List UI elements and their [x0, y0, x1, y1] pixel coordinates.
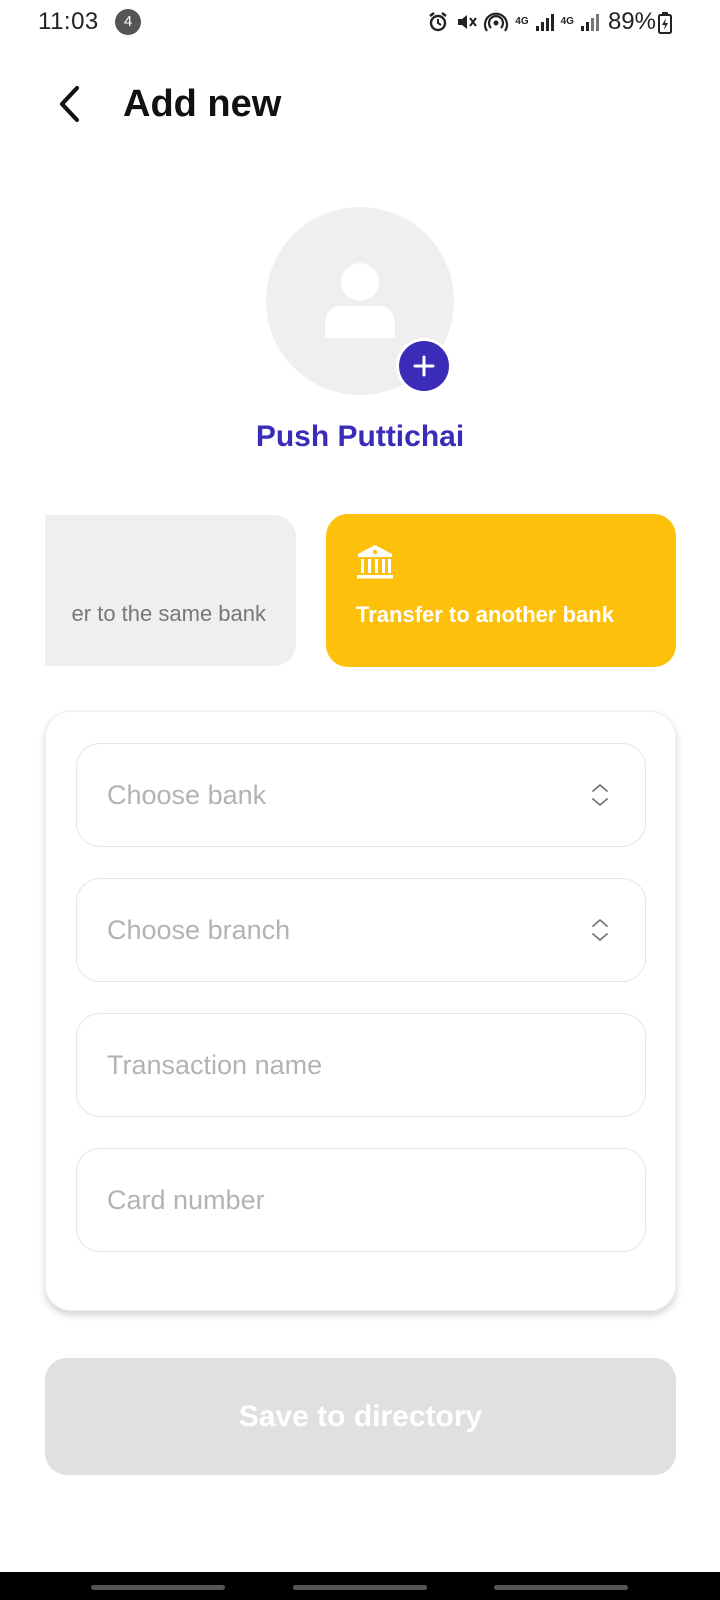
- hotspot-icon: [484, 12, 509, 32]
- bank-select-input[interactable]: [77, 744, 645, 846]
- alarm-icon: [429, 12, 447, 32]
- branch-select[interactable]: [76, 878, 646, 982]
- save-to-directory-button[interactable]: Save to directory: [45, 1358, 676, 1475]
- transfer-another-bank-label: Transfer to another bank: [356, 602, 614, 627]
- network-type-1: 4G: [515, 16, 529, 27]
- notification-badge: 4: [115, 9, 141, 35]
- battery-icon: [658, 12, 672, 34]
- page-title: Add new: [123, 83, 282, 125]
- transfer-same-bank-label: er to the same bank: [71, 601, 266, 626]
- network-type-2: 4G: [560, 16, 574, 27]
- branch-select-input[interactable]: [77, 879, 645, 981]
- transfer-another-bank-card[interactable]: Transfer to another bank: [326, 514, 676, 667]
- add-photo-button[interactable]: [396, 338, 452, 394]
- signal-icon: [535, 14, 554, 31]
- back-button[interactable]: [46, 80, 94, 128]
- chevron-left-icon: [59, 85, 80, 123]
- mute-icon: [458, 15, 478, 29]
- status-bar: 11:03 4 4G 4G 89%: [0, 0, 720, 44]
- transaction-name-input[interactable]: [77, 1014, 645, 1116]
- nav-handle[interactable]: [91, 1585, 225, 1590]
- person-icon: [325, 263, 395, 338]
- status-time: 11:03: [38, 8, 99, 35]
- card-number-input[interactable]: [77, 1149, 645, 1251]
- chevron-updown-icon: [592, 784, 608, 806]
- contact-name: Push Puttichai: [255, 420, 465, 453]
- bank-select[interactable]: [76, 743, 646, 847]
- transfer-same-bank-card[interactable]: er to the same bank: [45, 515, 296, 666]
- status-icons: 4G 4G 89%: [427, 8, 656, 36]
- plus-icon: [413, 355, 435, 377]
- card-number-field[interactable]: [76, 1148, 646, 1252]
- chevron-updown-icon: [592, 919, 608, 941]
- battery-percent: 89%: [607, 8, 656, 35]
- signal-icon-2: [580, 14, 599, 31]
- bank-icon: [357, 545, 393, 579]
- nav-handle[interactable]: [293, 1585, 427, 1590]
- navigation-bar: [0, 1572, 720, 1600]
- transaction-name-field[interactable]: [76, 1013, 646, 1117]
- transfer-form: [45, 711, 676, 1311]
- nav-handle[interactable]: [494, 1585, 628, 1590]
